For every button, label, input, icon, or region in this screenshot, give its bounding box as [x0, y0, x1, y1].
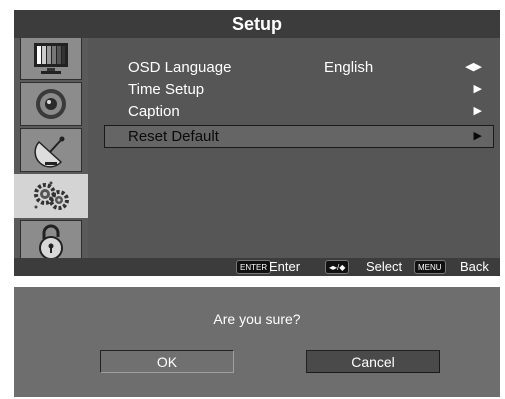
lock-icon: [31, 223, 71, 261]
setup-gears-icon: [29, 178, 73, 214]
tab-channel[interactable]: [20, 128, 82, 172]
ok-button[interactable]: OK: [100, 350, 234, 373]
right-arrow-icon: ▶: [473, 130, 482, 142]
menu-item-value: English: [324, 59, 374, 76]
cancel-button[interactable]: Cancel: [306, 350, 440, 373]
tab-picture[interactable]: [20, 36, 82, 80]
menu-item-label: Caption: [128, 103, 180, 120]
menu-item-label: OSD Language: [128, 59, 232, 76]
setup-osd-menu: Setup OSD Language English ◀▶ Time Setup…: [14, 10, 500, 276]
page-title: Setup: [14, 10, 500, 38]
menu-item-osd-language[interactable]: OSD Language English ◀▶: [104, 57, 494, 78]
menu-item-time-setup[interactable]: Time Setup ▶: [104, 79, 494, 100]
left-right-arrow-icon: ◀▶: [465, 61, 482, 73]
sound-icon: [31, 86, 71, 122]
category-sidebar: [14, 30, 88, 264]
right-arrow-icon: ▶: [473, 83, 482, 95]
menu-item-label: Time Setup: [128, 81, 205, 98]
confirm-dialog: Are you sure? OK Cancel: [14, 287, 500, 397]
navigation-arrows-icon: ◂▸/◆: [325, 260, 350, 274]
menu-item-reset-default[interactable]: Reset Default ▶: [104, 125, 494, 148]
key-hint-bar: ENTER Enter ◂▸/◆ Select MENU Back: [14, 258, 500, 276]
tab-sound[interactable]: [20, 82, 82, 126]
menu-key-badge: MENU: [414, 260, 446, 274]
menu-item-label: Reset Default: [128, 128, 219, 145]
select-hint-label: Select: [366, 259, 403, 274]
channel-icon: [31, 132, 71, 168]
menu-item-caption[interactable]: Caption ▶: [104, 101, 494, 122]
picture-icon: [31, 41, 71, 75]
enter-key-badge: ENTER: [236, 260, 272, 274]
back-hint-label: Back: [460, 259, 489, 274]
right-arrow-icon: ▶: [473, 105, 482, 117]
tab-setup[interactable]: [14, 174, 88, 218]
enter-hint-label: Enter: [269, 259, 301, 274]
dialog-message: Are you sure?: [213, 311, 301, 327]
